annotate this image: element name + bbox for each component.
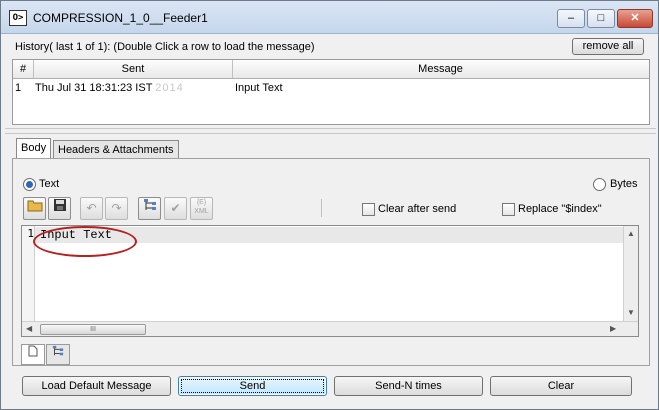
tree-view-tab[interactable] (46, 344, 70, 365)
table-header: # Sent Message (13, 60, 649, 79)
column-header-message[interactable]: Message (233, 60, 648, 78)
title-bar: O> COMPRESSION_1_0__Feeder1 – □ ✕ (1, 1, 658, 34)
scroll-right-arrow-icon[interactable]: ▶ (610, 324, 616, 333)
editor-toolbar: ↶ ↷ ✔ {E} XML Clear after send Replace "… (21, 197, 637, 221)
clear-button[interactable]: Clear (490, 376, 632, 396)
load-default-message-button[interactable]: Load Default Message (22, 376, 171, 396)
xml-format-icon[interactable]: {E} XML (190, 197, 213, 220)
send-n-times-button[interactable]: Send-N times (334, 376, 483, 396)
redo-icon[interactable]: ↷ (105, 197, 128, 220)
tree-icon (52, 345, 64, 356)
validate-check-icon[interactable]: ✔ (164, 197, 187, 220)
undo-icon[interactable]: ↶ (80, 197, 103, 220)
row-sent-year-blurred: 2014 (155, 82, 184, 94)
text-view-tab[interactable] (21, 344, 45, 365)
maximize-button[interactable]: □ (587, 9, 615, 28)
bytes-radio[interactable] (593, 178, 606, 191)
column-header-sent[interactable]: Sent (34, 60, 233, 78)
xml-label-bottom: XML (194, 208, 209, 215)
history-table: # Sent Message 1 Thu Jul 31 18:31:23 IST… (12, 59, 650, 125)
horizontal-scrollbar[interactable]: ◀ III ▶ (22, 321, 638, 336)
clear-after-send-label: Clear after send (378, 203, 457, 215)
text-radio[interactable] (23, 178, 36, 191)
history-label: History( last 1 of 1): (Double Click a r… (15, 41, 315, 53)
horizontal-scroll-thumb[interactable]: III (40, 324, 146, 335)
radio-selected-dot (26, 181, 33, 188)
row-message: Input Text (235, 82, 283, 94)
scroll-down-arrow-icon[interactable]: ▼ (627, 308, 635, 317)
vertical-scrollbar[interactable]: ▲ ▼ (623, 226, 638, 321)
text-radio-label: Text (39, 178, 60, 190)
replace-index-checkbox[interactable] (502, 203, 515, 216)
save-icon[interactable] (48, 197, 71, 220)
feeder-window: O> COMPRESSION_1_0__Feeder1 – □ ✕ Histor… (0, 0, 659, 410)
close-button[interactable]: ✕ (617, 9, 653, 28)
bytes-radio-label: Bytes (610, 178, 638, 190)
tree-view-icon[interactable] (138, 197, 161, 220)
annotation-oval (33, 226, 137, 257)
send-button[interactable]: Send (178, 376, 327, 396)
open-folder-icon[interactable] (23, 197, 46, 220)
message-editor[interactable]: 1 Input Text ▲ ▼ ◀ III ▶ (21, 225, 639, 337)
row-sent: Thu Jul 31 18:31:23 IST 2014 (35, 80, 184, 96)
xml-label-top: {E} (196, 199, 207, 206)
row-sent-time: Thu Jul 31 18:31:23 IST (35, 82, 153, 94)
scroll-left-arrow-icon[interactable]: ◀ (26, 324, 32, 333)
tab-headers-attachments[interactable]: Headers & Attachments (53, 140, 179, 160)
column-header-num[interactable]: # (13, 60, 34, 78)
clear-after-send-checkbox[interactable] (362, 203, 375, 216)
remove-all-button[interactable]: remove all (572, 38, 644, 55)
window-title: COMPRESSION_1_0__Feeder1 (33, 11, 208, 25)
scroll-up-arrow-icon[interactable]: ▲ (627, 229, 635, 238)
document-icon (28, 345, 38, 357)
minimize-button[interactable]: – (557, 9, 585, 28)
split-pane-divider[interactable] (5, 128, 656, 134)
toolbar-separator (321, 199, 322, 217)
replace-index-label: Replace "$index" (518, 203, 602, 215)
row-number: 1 (15, 82, 22, 94)
tab-body[interactable]: Body (16, 138, 52, 159)
plug-icon: O> (9, 10, 27, 26)
